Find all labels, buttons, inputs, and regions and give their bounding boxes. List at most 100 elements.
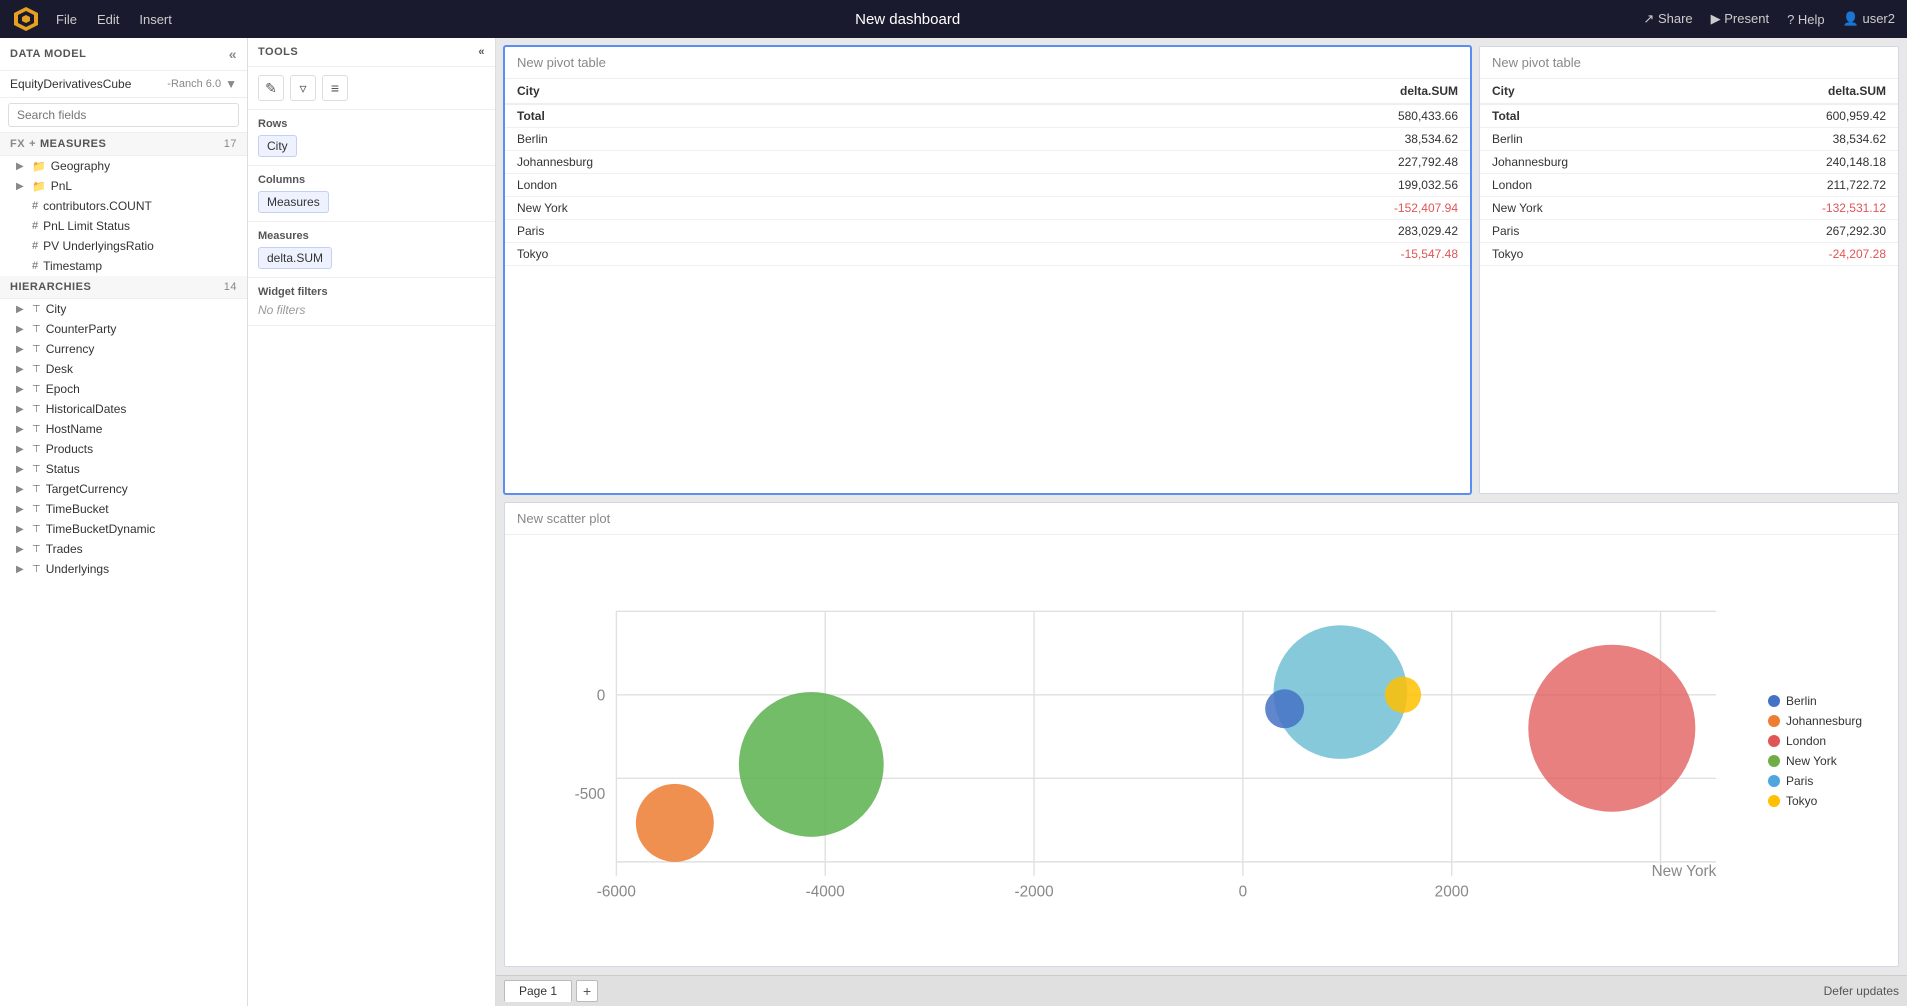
share-btn[interactable]: ↗ Share xyxy=(1643,11,1692,27)
help-btn[interactable]: ? Help xyxy=(1787,12,1825,27)
chevron-right-icon: ▶ xyxy=(16,504,28,515)
bubble-paris[interactable] xyxy=(739,692,884,837)
columns-section: Columns Measures xyxy=(248,166,495,222)
columns-value[interactable]: Measures xyxy=(258,191,329,213)
hierarchy-icon: ⊤ xyxy=(32,364,41,375)
tools-header: Tools « xyxy=(248,38,495,67)
top-right-actions: ↗ Share ▶ Present ? Help 👤 user2 xyxy=(1643,11,1895,27)
pivot-right-col-delta: delta.SUM xyxy=(1702,79,1898,104)
hier-historicaldates[interactable]: ▶ ⊤ HistoricalDates xyxy=(0,399,247,419)
hierarchy-icon: ⊤ xyxy=(32,404,41,415)
cube-selector[interactable]: EquityDerivativesCube - Ranch 6.0 ▼ xyxy=(0,71,247,98)
chevron-right-icon: ▶ xyxy=(16,424,28,435)
pivot-left-card[interactable]: New pivot table City delta.SUM Total580,… xyxy=(504,46,1471,494)
filter2-tool-btn[interactable]: ≡ xyxy=(322,75,348,101)
add-measure-btn[interactable]: + xyxy=(29,138,36,150)
hier-timebucket[interactable]: ▶ ⊤ TimeBucket xyxy=(0,499,247,519)
hierarchy-icon: ⊤ xyxy=(32,504,41,515)
scatter-row: New scatter plot xyxy=(496,498,1907,975)
scatter-svg: -6000 -4000 -2000 0 2000 0 -500 xyxy=(505,535,1758,966)
pivot-right-card[interactable]: New pivot table City delta.SUM Total600,… xyxy=(1479,46,1899,494)
hash-icon: # xyxy=(32,240,38,252)
svg-text:-4000: -4000 xyxy=(806,884,845,901)
hier-currency[interactable]: ▶ ⊤ Currency xyxy=(0,339,247,359)
left-panel: Data Model « EquityDerivativesCube - Ran… xyxy=(0,38,248,1006)
svg-text:-2000: -2000 xyxy=(1014,884,1053,901)
measure-contributors-count[interactable]: # contributors.COUNT xyxy=(0,196,247,216)
scatter-card[interactable]: New scatter plot xyxy=(504,502,1899,967)
main-layout: Data Model « EquityDerivativesCube - Ran… xyxy=(0,38,1907,1006)
edit-tool-btn[interactable]: ✎ xyxy=(258,75,284,101)
hierarchy-icon: ⊤ xyxy=(32,524,41,535)
hier-status[interactable]: ▶ ⊤ Status xyxy=(0,459,247,479)
chevron-right-icon: ▶ xyxy=(16,384,28,395)
svg-text:2000: 2000 xyxy=(1435,884,1469,901)
hierarchies-section-header: Hierarchies 14 xyxy=(0,276,247,299)
measure-pnl-limit-status[interactable]: # PnL Limit Status xyxy=(0,216,247,236)
legend-item: New York xyxy=(1768,754,1888,768)
rows-value[interactable]: City xyxy=(258,135,297,157)
table-row: Total600,959.42 xyxy=(1480,104,1898,128)
folder-icon: 📁 xyxy=(32,160,46,173)
hierarchy-icon: ⊤ xyxy=(32,484,41,495)
collapse-tools-btn[interactable]: « xyxy=(478,46,485,58)
file-menu[interactable]: File xyxy=(56,12,77,27)
collapse-left-btn[interactable]: « xyxy=(229,46,237,62)
fx-icon[interactable]: fx xyxy=(10,138,25,150)
bubble-johannesburg[interactable] xyxy=(636,784,714,862)
measures-value[interactable]: delta.SUM xyxy=(258,247,332,269)
pivot-left-title: New pivot table xyxy=(505,47,1470,79)
scatter-chart: -6000 -4000 -2000 0 2000 0 -500 xyxy=(505,535,1758,966)
user-btn[interactable]: 👤 user2 xyxy=(1843,11,1895,27)
legend-item: Johannesburg xyxy=(1768,714,1888,728)
svg-text:0: 0 xyxy=(597,687,606,704)
search-input[interactable] xyxy=(8,103,239,127)
widget-filters-label: Widget filters xyxy=(258,286,485,298)
svg-text:0: 0 xyxy=(1239,884,1248,901)
hier-epoch[interactable]: ▶ ⊤ Epoch xyxy=(0,379,247,399)
defer-updates-btn[interactable]: Defer updates xyxy=(1824,984,1899,998)
bubble-berlin[interactable] xyxy=(1265,689,1304,728)
legend-dot xyxy=(1768,715,1780,727)
filter-tool-btn[interactable]: ▿ xyxy=(290,75,316,101)
legend-item: Berlin xyxy=(1768,694,1888,708)
svg-text:-500: -500 xyxy=(575,786,606,803)
hierarchy-icon: ⊤ xyxy=(32,424,41,435)
hier-products[interactable]: ▶ ⊤ Products xyxy=(0,439,247,459)
present-btn[interactable]: ▶ Present xyxy=(1711,11,1769,27)
legend-dot xyxy=(1768,775,1780,787)
legend-item: Tokyo xyxy=(1768,794,1888,808)
chevron-right-icon: ▶ xyxy=(16,524,28,535)
page-tab-1[interactable]: Page 1 xyxy=(504,980,572,1002)
measure-geography[interactable]: ▶ 📁 Geography xyxy=(0,156,247,176)
hier-timebucketdynamic[interactable]: ▶ ⊤ TimeBucketDynamic xyxy=(0,519,247,539)
table-row: New York-132,531.12 xyxy=(1480,197,1898,220)
table-row: Johannesburg240,148.18 xyxy=(1480,151,1898,174)
hier-counterparty[interactable]: ▶ ⊤ CounterParty xyxy=(0,319,247,339)
legend-item: Paris xyxy=(1768,774,1888,788)
scatter-legend: BerlinJohannesburgLondonNew YorkParisTok… xyxy=(1758,535,1898,966)
hier-targetcurrency[interactable]: ▶ ⊤ TargetCurrency xyxy=(0,479,247,499)
edit-menu[interactable]: Edit xyxy=(97,12,119,27)
add-page-btn[interactable]: + xyxy=(576,980,598,1002)
bubble-tokyo[interactable] xyxy=(1385,677,1421,713)
bubble-london[interactable] xyxy=(1528,645,1695,812)
legend-dot xyxy=(1768,755,1780,767)
hier-underlyings[interactable]: ▶ ⊤ Underlyings xyxy=(0,559,247,579)
measure-pnl[interactable]: ▶ 📁 PnL xyxy=(0,176,247,196)
measure-timestamp[interactable]: # Timestamp xyxy=(0,256,247,276)
table-row: Paris267,292.30 xyxy=(1480,220,1898,243)
chevron-right-icon: ▶ xyxy=(16,324,28,335)
chevron-right-icon: ▶ xyxy=(16,344,28,355)
measure-pv-underlyingsratio[interactable]: # PV UnderlyingsRatio xyxy=(0,236,247,256)
top-nav: File Edit Insert New dashboard ↗ Share ▶… xyxy=(0,0,1907,38)
tools-panel: Tools « ✎ ▿ ≡ Rows City Columns Measures… xyxy=(248,38,496,1006)
insert-menu[interactable]: Insert xyxy=(139,12,172,27)
app-logo[interactable] xyxy=(12,5,40,33)
table-row: Johannesburg227,792.48 xyxy=(505,151,1470,174)
hier-city[interactable]: ▶ ⊤ City xyxy=(0,299,247,319)
hier-desk[interactable]: ▶ ⊤ Desk xyxy=(0,359,247,379)
hier-hostname[interactable]: ▶ ⊤ HostName xyxy=(0,419,247,439)
hier-trades[interactable]: ▶ ⊤ Trades xyxy=(0,539,247,559)
columns-label: Columns xyxy=(258,174,485,186)
